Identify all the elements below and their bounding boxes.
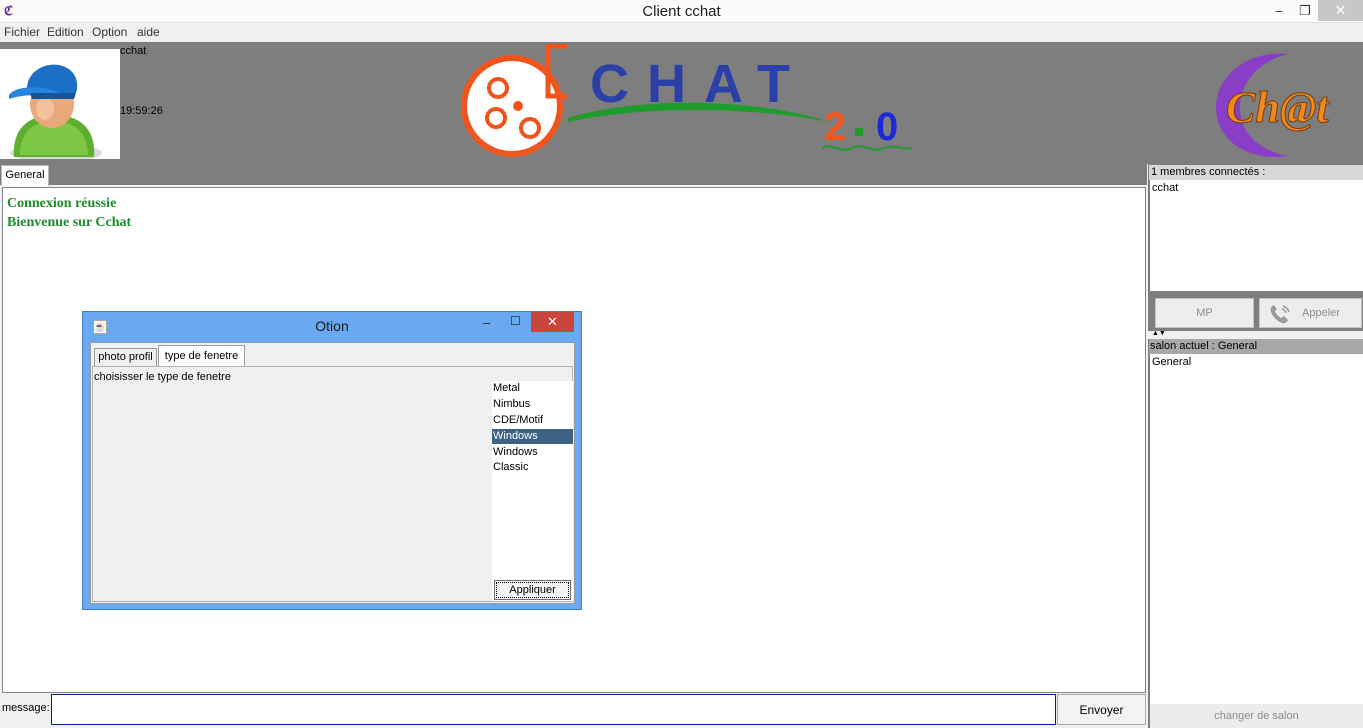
members-header: 1 membres connectés : [1149, 165, 1363, 180]
laf-option[interactable]: CDE/Motif [492, 413, 573, 428]
dialog-minimize-button[interactable]: – [483, 315, 497, 330]
change-room-button[interactable]: changer de salon [1150, 704, 1363, 728]
member-item[interactable]: cchat [1152, 182, 1178, 194]
logo-side-text: Ch@t [1226, 83, 1330, 132]
laf-option[interactable]: Metal [492, 381, 573, 396]
room-item[interactable]: General [1152, 356, 1191, 368]
tab-strip: General [0, 164, 1147, 186]
laf-option[interactable]: Windows Classic [492, 445, 573, 473]
clock-label: 19:59:26 [120, 105, 163, 117]
chat-message: Connexion réussie [7, 196, 117, 211]
avatar [0, 49, 120, 159]
tab-photo-profil[interactable]: photo profil [94, 348, 157, 366]
apply-button[interactable]: Appliquer [494, 580, 571, 600]
laf-option[interactable]: Nimbus [492, 397, 573, 412]
dialog-title: Otion [315, 318, 349, 334]
options-dialog: ☕ Otion – ☐ ✕ photo profil type de fenet… [82, 311, 582, 610]
header-banner: cchat 19:59:26 CHAT 2 0 Ch@t [0, 42, 1363, 164]
window-title: Client cchat [642, 3, 721, 20]
call-button-label: Appeler [1302, 307, 1340, 319]
logo-main-text: CHAT [590, 54, 808, 114]
dialog-body: photo profil type de fenetre choisisser … [90, 342, 575, 604]
look-and-feel-list[interactable]: Metal Nimbus CDE/Motif Windows Windows C… [492, 381, 573, 601]
logo-version-major: 2 [824, 105, 846, 149]
user-avatar-icon [9, 64, 102, 159]
window-titlebar: ℭ Client cchat – ❐ ✕ [0, 0, 1363, 23]
window-type-label: choisisser le type de fenetre [94, 371, 231, 383]
members-list[interactable]: cchat [1150, 180, 1363, 291]
close-button[interactable]: ✕ [1318, 0, 1363, 21]
private-message-button[interactable]: MP [1155, 298, 1254, 328]
menu-aide[interactable]: aide [137, 25, 160, 39]
tab-general[interactable]: General [1, 165, 49, 186]
username-label: cchat [120, 45, 147, 57]
room-header: salon actuel : General [1149, 339, 1363, 354]
message-label: message: [2, 702, 50, 714]
tab-type-fenetre[interactable]: type de fenetre [158, 345, 245, 367]
menu-fichier[interactable]: Fichier [4, 25, 40, 39]
cchat-logo: CHAT 2 0 [461, 44, 913, 157]
dialog-close-button[interactable]: ✕ [531, 312, 574, 332]
minimize-button[interactable]: – [1266, 0, 1292, 21]
menu-option[interactable]: Option [92, 25, 127, 39]
send-button[interactable]: Envoyer [1057, 694, 1146, 725]
call-button[interactable]: Appeler [1259, 298, 1362, 328]
chat-message: Bienvenue sur Cchat [7, 215, 132, 230]
logo-version-minor: 0 [876, 105, 898, 149]
splitter-arrows-icon[interactable]: ▲▼ [1152, 330, 1166, 337]
chat-side-logo: Ch@t [1216, 53, 1331, 157]
phone-icon [1270, 305, 1290, 324]
menu-edition[interactable]: Edition [47, 25, 84, 39]
dialog-maximize-button[interactable]: ☐ [510, 314, 524, 328]
laf-option-selected[interactable]: Windows [492, 429, 573, 444]
menu-bar: Fichier Edition Option aide [0, 23, 1363, 42]
room-list[interactable]: General [1150, 354, 1363, 704]
restore-button[interactable]: ❐ [1292, 0, 1318, 21]
dialog-tab-panel: choisisser le type de fenetre Metal Nimb… [92, 366, 573, 602]
message-input[interactable] [51, 694, 1056, 725]
panel-splitter[interactable] [1148, 331, 1363, 339]
